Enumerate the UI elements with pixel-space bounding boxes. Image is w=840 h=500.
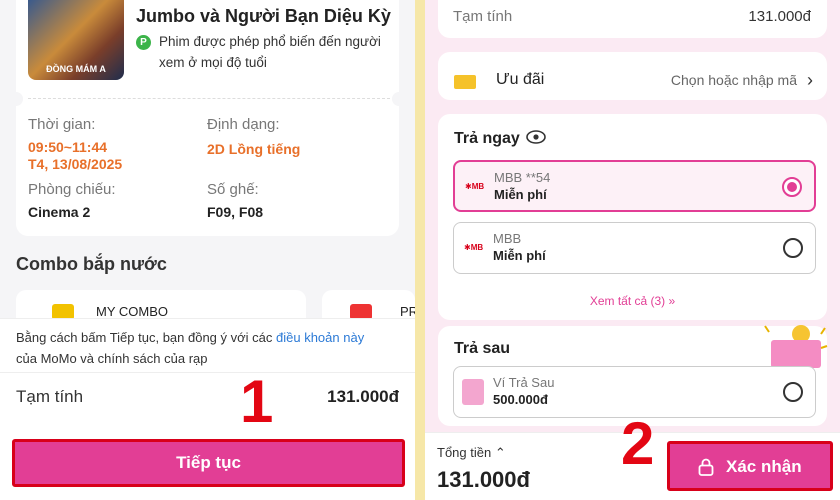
step-number-annotation: 2 (621, 410, 655, 477)
format-value: 2D Lồng tiếng (207, 141, 301, 157)
ticket-notch-left (9, 92, 23, 106)
subtotal-label: Tạm tính (16, 387, 84, 406)
age-rating-badge: P (136, 35, 151, 50)
ticket-divider (28, 98, 390, 99)
subtotal-amount: 131.000đ (748, 8, 811, 25)
wallet-icon (462, 379, 484, 405)
continue-button[interactable]: Tiếp tục (12, 439, 405, 487)
mbb-logo-icon: ✱MB (464, 243, 484, 252)
movie-info-card: ĐỒNG MÁM A Jumbo và Người Bạn Diệu Kỳ P … (9, 0, 406, 236)
combo-section-title: Combo bắp nước (16, 254, 167, 274)
pay-later-title: Trả sau (454, 340, 511, 357)
confirm-button[interactable]: Xác nhận (667, 441, 833, 491)
screen-divider (415, 0, 425, 500)
left-screen: ĐỒNG MÁM A Jumbo và Người Bạn Diệu Kỳ P … (0, 0, 415, 500)
payment-method-fee: Miễn phí (493, 248, 546, 263)
promo-label: Ưu đãi (496, 71, 545, 88)
radio-unselected[interactable] (783, 238, 803, 258)
pay-now-title: Trả ngay (454, 130, 520, 147)
payment-method-name: MBB **54 (494, 170, 551, 185)
payment-method-name: MBB (493, 231, 522, 246)
total-label-toggle[interactable]: Tổng tiền ⌃ (437, 445, 506, 461)
chevron-up-icon: ⌃ (494, 445, 506, 460)
confirm-label: Xác nhận (726, 457, 802, 476)
terms-notice: Bằng cách bấm Tiếp tục, bạn đồng ý với c… (0, 318, 415, 372)
room-value: Cinema 2 (28, 204, 91, 220)
total-amount: 131.000đ (437, 467, 530, 492)
pay-later-amount: 500.000đ (493, 392, 548, 407)
showtime-value: 09:50~11:44 (28, 139, 108, 155)
subtotal-row: Tạm tính 131.000đ (0, 372, 415, 430)
poster-caption: ĐỒNG MÁM A (46, 64, 106, 74)
promo-action[interactable]: Chọn hoặc nhập mã (671, 72, 797, 88)
payment-method-fee: Miễn phí (494, 187, 547, 202)
mbb-logo-icon: ✱MB (465, 182, 485, 191)
radio-unselected[interactable] (783, 382, 803, 402)
promo-card[interactable]: Ưu đãi Chọn hoặc nhập mã › (438, 52, 827, 100)
combo-item-name: PR (400, 304, 415, 319)
step-number-annotation: 1 (240, 368, 274, 435)
payment-method-option[interactable]: ✱MB MBB **54 Miễn phí (453, 160, 816, 212)
subtotal-card: Tạm tính 131.000đ (438, 0, 827, 38)
terms-text-suffix: của MoMo và chính sách của rạp (16, 351, 208, 366)
combo-item-name: MY COMBO (96, 304, 168, 319)
voucher-icon (454, 75, 476, 89)
celebration-decoration-icon (764, 325, 828, 368)
movie-poster: ĐỒNG MÁM A (28, 0, 124, 80)
payment-method-option[interactable]: ✱MB MBB Miễn phí (453, 222, 816, 274)
seat-label: Số ghế: (207, 181, 259, 198)
showdate-value: T4, 13/08/2025 (28, 156, 123, 172)
movie-title: Jumbo và Người Bạn Diệu Kỳ (136, 6, 391, 26)
seat-value: F09, F08 (207, 204, 264, 220)
radio-selected[interactable] (782, 177, 802, 197)
subtotal-label: Tạm tính (453, 8, 513, 25)
terms-text: Bằng cách bấm Tiếp tục, bạn đồng ý với c… (16, 330, 277, 345)
eye-icon[interactable] (526, 130, 546, 144)
showtime-label: Thời gian: (28, 116, 96, 133)
ticket-notch-right (392, 92, 406, 106)
subtotal-amount: 131.000đ (327, 387, 399, 406)
chevron-right-icon: › (807, 70, 813, 90)
room-label: Phòng chiếu: (28, 181, 116, 198)
right-screen: Tạm tính 131.000đ Ưu đãi Chọn hoặc nhập … (425, 0, 840, 500)
pay-later-name: Ví Trả Sau (493, 375, 555, 390)
age-rating-description: Phim được phép phổ biến đến người xem ở … (159, 34, 381, 70)
terms-link[interactable]: điều khoản này (276, 330, 364, 345)
format-label: Định dạng: (207, 116, 280, 133)
see-all-link[interactable]: Xem tất cả (3) » (425, 294, 840, 308)
lock-icon (698, 458, 714, 476)
